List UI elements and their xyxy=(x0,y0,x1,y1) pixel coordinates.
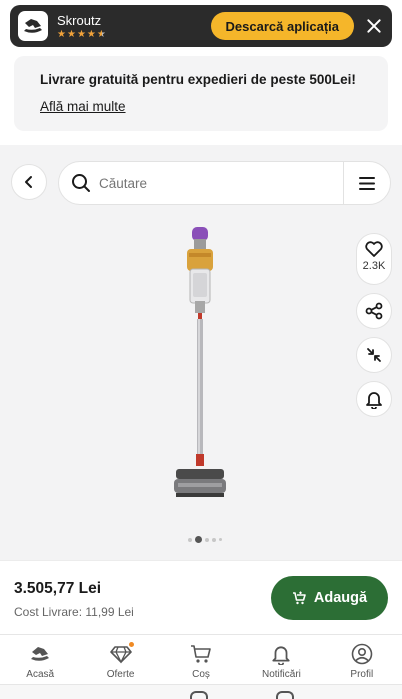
nav-item-offers[interactable]: Oferte xyxy=(80,635,160,684)
nav-item-cart[interactable]: Coș xyxy=(161,635,241,684)
share-icon xyxy=(365,302,383,320)
home-hat-icon xyxy=(28,642,52,666)
search-input[interactable] xyxy=(99,175,343,191)
star-icon: ★ xyxy=(76,28,86,40)
app-info: Skroutz ★ ★ ★ ★ ★ xyxy=(57,13,211,40)
nav-item-home[interactable]: Acasă xyxy=(0,635,80,684)
nav-label: Coș xyxy=(192,669,210,680)
star-icon: ★ xyxy=(57,28,66,40)
download-app-button[interactable]: Descarcă aplicația xyxy=(210,12,354,40)
gallery-dot[interactable] xyxy=(188,537,192,542)
shipping-cost: Cost Livrare: 11,99 Lei xyxy=(14,605,134,619)
shipping-promo-card: Livrare gratuită pentru expedieri de pes… xyxy=(14,56,388,131)
nav-label: Notificări xyxy=(261,669,301,680)
favorite-button[interactable]: 2.3K xyxy=(356,233,392,285)
notification-badge xyxy=(127,641,135,648)
add-to-cart-label: Adaugă xyxy=(313,590,368,606)
shipping-promo-section: Livrare gratuită pentru expedieri de pes… xyxy=(0,50,402,145)
toolbar-icon[interactable] xyxy=(276,691,294,699)
nav-item-profile[interactable]: Profil xyxy=(322,635,402,684)
gallery-dot[interactable] xyxy=(212,537,216,542)
app-name: Skroutz xyxy=(57,12,102,28)
bell-icon xyxy=(366,391,382,409)
gallery-dot[interactable] xyxy=(205,537,209,542)
app-install-banner: Skroutz ★ ★ ★ ★ ★ Descarcă aplicația xyxy=(10,5,392,47)
nav-label: Oferte xyxy=(106,669,135,680)
collapse-button[interactable] xyxy=(356,337,392,373)
back-button[interactable] xyxy=(11,164,47,200)
diamond-icon xyxy=(109,641,135,666)
nav-item-notifications[interactable]: Notificări xyxy=(241,635,321,684)
collapse-icon xyxy=(367,348,381,362)
favorites-count: 2.3K xyxy=(362,260,386,272)
product-price: 3.505,77 Lei xyxy=(14,580,102,597)
gallery-dot-active[interactable] xyxy=(195,536,202,543)
bottom-navigation: Acasă Oferte Coș Notificări Profil xyxy=(0,634,402,684)
share-button[interactable] xyxy=(356,293,392,329)
rating-stars: ★ ★ ★ ★ ★ xyxy=(57,28,211,40)
star-icon: ★ xyxy=(86,28,96,40)
product-gallery: 2.3K xyxy=(0,145,402,560)
toolbar-icon[interactable] xyxy=(190,691,208,699)
product-image[interactable] xyxy=(160,225,240,510)
add-to-cart-button[interactable]: Adaugă xyxy=(271,576,388,620)
bell-icon xyxy=(269,642,293,666)
browser-toolbar xyxy=(0,684,402,699)
nav-label: Acasă xyxy=(26,669,55,680)
shipping-promo-title: Livrare gratuită pentru expedieri de pes… xyxy=(40,72,356,87)
search-bar[interactable] xyxy=(58,161,391,205)
price-alert-button[interactable] xyxy=(356,381,392,417)
skroutz-logo-icon xyxy=(18,11,48,41)
half-star-icon: ★ xyxy=(96,28,106,40)
hamburger-menu-icon xyxy=(359,176,375,190)
cart-plus-icon xyxy=(292,591,306,605)
search-icon xyxy=(71,172,93,194)
gallery-dot[interactable] xyxy=(219,538,222,541)
close-icon[interactable] xyxy=(366,18,382,34)
nav-label: Profil xyxy=(350,669,374,680)
profile-icon xyxy=(350,642,374,666)
chevron-left-icon xyxy=(25,176,32,188)
learn-more-link[interactable]: Află mai multe xyxy=(40,99,126,114)
heart-icon xyxy=(365,241,383,257)
gallery-pagination xyxy=(188,536,222,543)
purchase-bar: 3.505,77 Lei Cost Livrare: 11,99 Lei Ada… xyxy=(0,560,402,634)
menu-button[interactable] xyxy=(344,161,390,205)
cart-icon xyxy=(189,642,213,666)
star-icon: ★ xyxy=(66,28,76,40)
